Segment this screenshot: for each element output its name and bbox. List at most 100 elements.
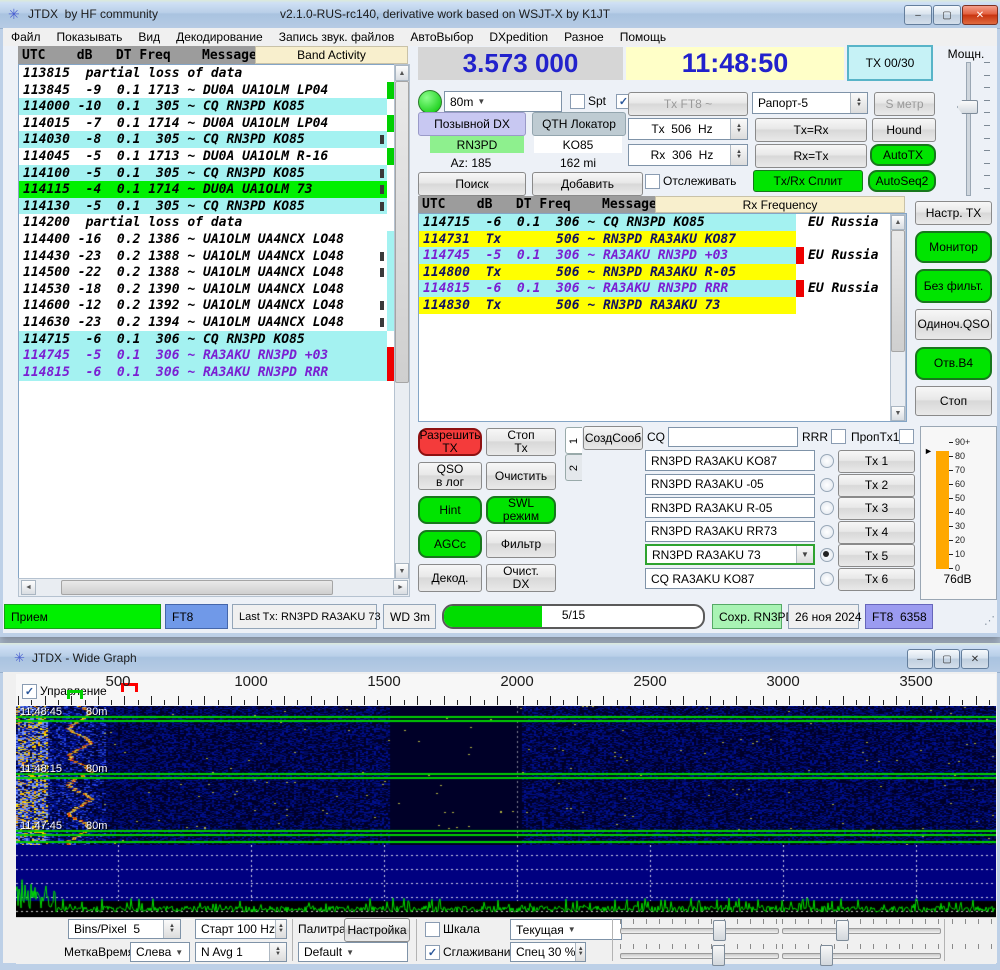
slider-handle-4[interactable] — [820, 945, 833, 966]
start-freq-spinner[interactable]: Старт 100 Hz ▲ ▼ — [195, 919, 287, 939]
tx-mode-button[interactable]: Tx FT8 ~ — [628, 92, 748, 116]
ctrl-button-3[interactable]: QSO в лог — [418, 462, 482, 490]
autoseq-button[interactable]: AutoSeq2 — [868, 170, 936, 192]
decoded-row[interactable]: 114630 -23 0.2 1394 ~ UA1OLM UA4NCX LO48 — [19, 314, 395, 331]
spt-checkbox[interactable] — [570, 94, 585, 109]
message-field-2[interactable]: RN3PD RA3AKU -05 — [645, 473, 815, 495]
spinner-down-icon[interactable]: ▼ — [275, 951, 281, 957]
message-radio-2[interactable] — [820, 477, 834, 492]
band-activity-vscrollbar[interactable]: ▲ ▼ — [394, 64, 410, 580]
decoded-row[interactable]: 113845 -9 0.1 1713 ~ DU0A UA1OLM LP04 — [19, 81, 395, 99]
message-radio-6[interactable] — [820, 572, 834, 586]
decoded-row[interactable]: 114000 -10 0.1 305 ~ CQ RN3PD KO85 — [19, 98, 395, 116]
ctrl-button-2[interactable]: Стоп Tx — [486, 428, 556, 456]
menu-item-Разное[interactable]: Разное — [556, 28, 612, 46]
decoded-row[interactable]: 114745 -5 0.1 306 ~ RA3AKU RN3PD +03 — [19, 347, 395, 365]
message-radio-4[interactable] — [820, 524, 834, 539]
tx-button-4[interactable]: Tx 4 — [838, 520, 915, 544]
decoded-row[interactable]: 114715 -6 0.1 306 ~ CQ RN3PD KO85 — [19, 330, 395, 348]
rx-freq-spinner[interactable]: Rx 306 Hz ▲ ▼ — [628, 144, 748, 166]
minimize-icon[interactable]: – — [904, 5, 932, 25]
message-radio-1[interactable] — [820, 454, 834, 468]
spectrum-type-dropdown[interactable]: Текущая ▼ — [510, 919, 622, 940]
slider-track-1[interactable] — [620, 928, 779, 934]
add-button[interactable]: Добавить — [532, 172, 643, 196]
bins-per-pixel-spinner[interactable]: Bins/Pixel 5 ▲ ▼ — [68, 919, 181, 939]
decoded-row[interactable]: 114745 -5 0.1 306 ~ RA3AKU RN3PD +03 EU R… — [419, 247, 906, 265]
cq-input[interactable] — [668, 427, 798, 447]
tx-button-5[interactable]: Tx 5 — [838, 544, 915, 568]
ctrl-button-1[interactable]: Разрешить TX — [418, 428, 482, 456]
side-button-6[interactable]: Стоп — [915, 386, 992, 416]
scroll-up-icon[interactable]: ▲ — [395, 65, 409, 81]
band-activity-hscrollbar[interactable]: ◄ ► — [18, 578, 410, 597]
ctrl-button-7[interactable]: AGCc — [418, 530, 482, 558]
chevron-down-icon[interactable]: ▼ — [796, 546, 813, 564]
tx-eq-rx-button[interactable]: Tx=Rx — [755, 118, 867, 142]
decoded-row[interactable]: 114400 -16 0.2 1386 ~ UA1OLM UA4NCX LO48 — [19, 231, 395, 248]
ctrl-button-4[interactable]: Очистить — [486, 462, 556, 490]
palette-dropdown[interactable]: Default ▼ — [298, 942, 408, 962]
dx-call-field[interactable]: RN3PD — [430, 136, 524, 153]
timestamp-position-dropdown[interactable]: Слева ▼ — [130, 942, 190, 962]
message-field-3[interactable]: RN3PD RA3AKU R-05 — [645, 497, 815, 519]
message-field-1[interactable]: RN3PD RA3AKU KO87 — [645, 450, 815, 471]
dx-call-button[interactable]: Позывной DX — [418, 112, 526, 136]
rx-frequency-list[interactable]: 114715 -6 0.1 306 ~ CQ RN3PD KO85 EU Russ… — [418, 213, 907, 422]
scroll-right-icon[interactable]: ► — [393, 580, 408, 595]
menu-item-Помощь[interactable]: Помощь — [612, 28, 674, 46]
decoded-row[interactable]: 114715 -6 0.1 306 ~ CQ RN3PD KO85 EU Russ… — [419, 214, 906, 231]
minimize-icon[interactable]: – — [907, 649, 933, 669]
spinner-down-icon[interactable]: ▼ — [278, 928, 284, 934]
decoded-row[interactable]: 114015 -7 0.1 1714 ~ DU0A UA1OLM LP04 — [19, 114, 395, 132]
spinner-down-icon[interactable]: ▼ — [736, 154, 742, 160]
menu-item-АвтоВыбор[interactable]: АвтоВыбор — [402, 28, 481, 46]
decoded-row[interactable]: 114815 -6 0.1 306 ~ RA3AKU RN3PD RRR EU R… — [419, 280, 906, 298]
tx-freq-spinner[interactable]: Tx 506 Hz ▲ ▼ — [628, 118, 748, 140]
navg-spinner[interactable]: N Avg 1 ▲ ▼ — [195, 942, 287, 962]
decoded-row[interactable]: 114130 -5 0.1 305 ~ CQ RN3PD KO85 — [19, 197, 395, 215]
spinner-down-icon[interactable]: ▼ — [736, 128, 742, 134]
decoded-row[interactable]: 114100 -5 0.1 305 ~ CQ RN3PD KO85 — [19, 164, 395, 182]
tx-button-6[interactable]: Tx 6 — [838, 568, 915, 591]
scroll-left-icon[interactable]: ◄ — [21, 580, 36, 595]
decoded-row[interactable]: 113815 partial loss of data — [19, 65, 395, 82]
spinner-down-icon[interactable]: ▼ — [856, 102, 862, 108]
report-spinner[interactable]: Рапорт-5 ▲ ▼ — [752, 92, 868, 114]
maximize-icon[interactable]: ▢ — [934, 649, 960, 669]
side-button-5[interactable]: Отв.В4 — [915, 347, 992, 380]
search-button[interactable]: Поиск — [418, 172, 526, 196]
decoded-row[interactable]: 114030 -8 0.1 305 ~ CQ RN3PD KO85 — [19, 131, 395, 149]
side-button-1[interactable]: Настр. TX — [915, 201, 992, 225]
message-field-4[interactable]: RN3PD RA3AKU RR73 — [645, 520, 815, 542]
ctrl-button-8[interactable]: Фильтр — [486, 530, 556, 558]
rx-frequency-vscrollbar[interactable]: ▲ ▼ — [890, 214, 906, 421]
autotx-button[interactable]: AutoTX — [870, 144, 936, 166]
palette-settings-button[interactable]: Настройка — [344, 918, 410, 942]
wide-graph-titlebar[interactable]: ✳ JTDX - Wide Graph – ▢ ✕ — [0, 643, 1000, 673]
side-button-4[interactable]: Одиноч.QSO — [915, 309, 992, 340]
decoded-row[interactable]: 114815 -6 0.1 306 ~ RA3AKU RN3PD RRR — [19, 363, 395, 381]
slider-handle-1[interactable] — [713, 920, 726, 941]
split-button[interactable]: Tx/Rx Сплит — [753, 170, 863, 192]
resize-grip[interactable]: ⋰ — [984, 614, 995, 627]
ctrl-button-6[interactable]: SWL режим — [486, 496, 556, 524]
ctrl-button-9[interactable]: Декод. — [418, 564, 482, 592]
ctrl-button-10[interactable]: Очист. DX — [486, 564, 556, 592]
side-button-2[interactable]: Монитор — [915, 231, 992, 263]
decoded-row[interactable]: 114045 -5 0.1 1713 ~ DU0A UA1OLM R-16 — [19, 148, 395, 165]
spinner-down-icon[interactable]: ▼ — [169, 928, 175, 934]
tab-messages-1[interactable]: 1 — [565, 427, 582, 454]
decoded-row[interactable]: 114115 -4 0.1 1714 ~ DU0A UA1OLM 73 — [19, 181, 395, 200]
power-slider-track[interactable] — [966, 62, 971, 196]
decoded-row[interactable]: 114731 Tx 506 ~ RN3PD RA3AKU KO87 — [419, 230, 906, 248]
tab-messages-2[interactable]: 2 — [565, 454, 582, 481]
main-titlebar[interactable]: ✳ JTDX by HF community v2.1.0-RUS-rc140,… — [0, 0, 1000, 29]
scale-checkbox[interactable] — [425, 922, 440, 937]
menu-item-Декодирование[interactable]: Декодирование — [168, 28, 271, 46]
rx-freq-marker[interactable] — [67, 690, 83, 699]
spectrum-display[interactable] — [16, 845, 996, 917]
decoded-row[interactable]: 114200 partial loss of data — [19, 214, 395, 232]
rrr-checkbox[interactable] — [831, 429, 846, 444]
track-checkbox[interactable] — [645, 174, 660, 189]
